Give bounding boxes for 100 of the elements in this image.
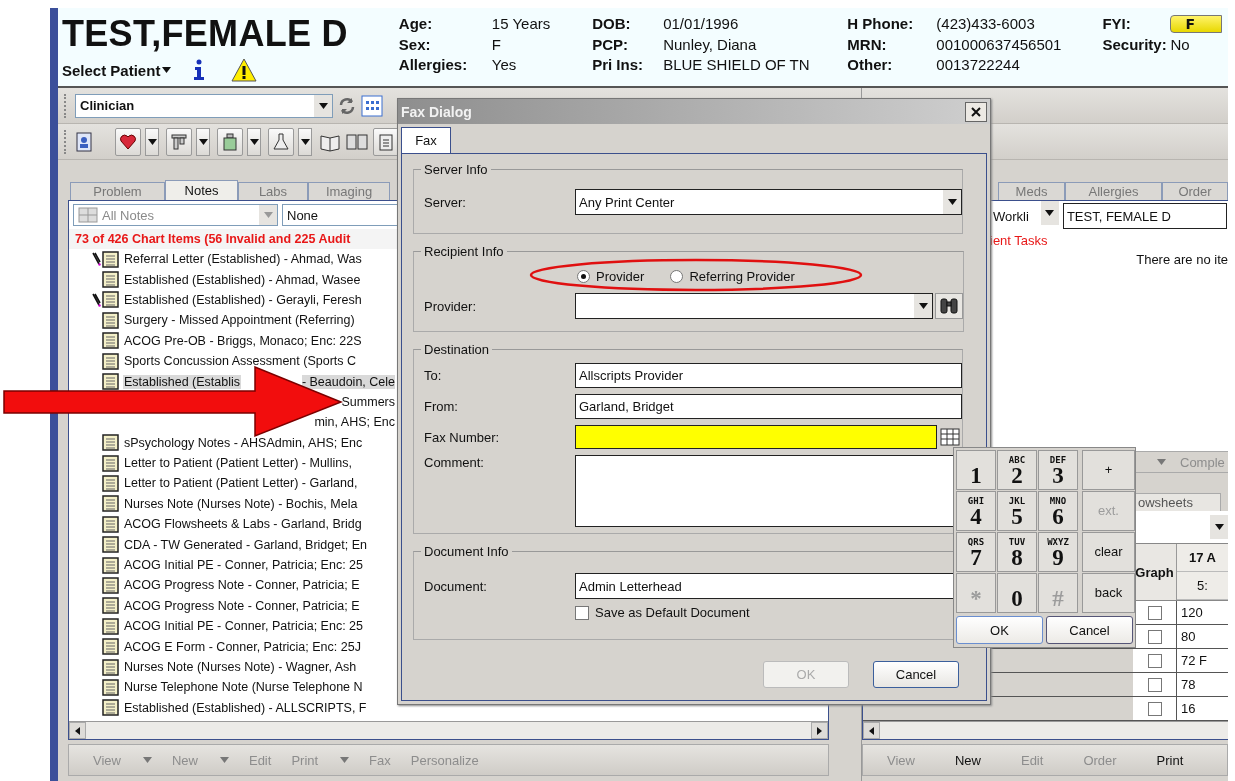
chart-tab[interactable]: Notes — [165, 180, 238, 200]
tasks-heading: ient Tasks — [990, 232, 1048, 248]
keypad-key[interactable]: 1 — [956, 450, 996, 490]
keypad-key[interactable]: ABC 2 — [997, 450, 1037, 490]
keypad-key[interactable]: QRS 7 — [956, 532, 996, 572]
close-button[interactable] — [965, 101, 987, 122]
worklist-selector[interactable]: Workli — [993, 208, 1029, 224]
field-value: 001000637456501 — [936, 34, 1063, 55]
field-label: Fax Number: — [424, 429, 501, 445]
note-title[interactable]: Nurses Note (Nurses Note) - Wagner, Ash — [123, 660, 358, 674]
keypad-key[interactable]: WXYZ 9 — [1038, 532, 1078, 572]
keypad-key[interactable]: JKL 5 — [997, 491, 1037, 531]
info-icon[interactable] — [193, 59, 206, 81]
field-value: No — [1170, 34, 1191, 55]
server-dropdown[interactable]: Any Print Center — [575, 189, 962, 215]
graph-checkbox[interactable] — [1147, 701, 1162, 716]
binoculars-button[interactable] — [935, 293, 963, 319]
field-label: Provider: — [424, 298, 478, 314]
caret-icon — [918, 303, 928, 309]
keypad-key[interactable]: DEF 3 — [1038, 450, 1078, 490]
note-title[interactable]: Nurses Note (Nurses Note) - Bochis, Mela — [123, 496, 359, 511]
note-title[interactable]: Sports Concussion Assessment (Sports C — [123, 354, 358, 369]
note-title[interactable]: Surgery - Missed Appointment (Referring) — [123, 313, 356, 328]
keypad-key[interactable]: MNO 6 — [1038, 491, 1078, 531]
dropdown-button[interactable] — [1040, 201, 1059, 225]
provider-dropdown[interactable] — [575, 293, 933, 319]
graph-checkbox[interactable] — [1147, 677, 1162, 692]
scroll-left-button[interactable] — [69, 722, 86, 739]
fax-number-field[interactable] — [575, 425, 937, 449]
patient-field[interactable]: TEST, FEMALE D — [1062, 203, 1227, 229]
note-title[interactable]: Established (Established) - Ahmad, Wasee — [123, 272, 362, 287]
note-title[interactable]: sPsychology Notes - AHSAdmin, AHS; Enc — [123, 435, 364, 450]
action-button[interactable]: New — [954, 752, 981, 768]
column-button[interactable] — [166, 127, 192, 156]
note-title[interactable]: Referral Letter (Established) - Ahmad, Was — [123, 252, 363, 267]
keypad-button[interactable]: Cancel — [1046, 616, 1133, 644]
radio-option[interactable]: Referring Provider — [670, 268, 795, 284]
keypad-button[interactable]: OK — [956, 616, 1043, 644]
scroll-left-button[interactable] — [863, 722, 880, 739]
note-icon — [102, 271, 119, 289]
caret-icon — [219, 757, 229, 763]
dialog-button[interactable]: Cancel — [873, 661, 959, 688]
clipboard-button[interactable] — [373, 127, 399, 156]
keypad-icon[interactable] — [940, 428, 960, 446]
dropdown-button[interactable] — [145, 127, 159, 156]
bottle-button[interactable] — [217, 127, 243, 156]
select-patient-button[interactable]: Select Patient — [62, 61, 172, 79]
grid-icon — [78, 207, 98, 223]
contact-card-icon[interactable] — [75, 131, 93, 152]
note-title[interactable]: min, AHS; Enc — [314, 415, 395, 430]
note-title[interactable]: Established (Established) - Gerayli, Feresh — [123, 292, 363, 307]
dropdown-button[interactable] — [196, 127, 210, 156]
note-title[interactable]: Letter to Patient (Patient Letter) - Garland, — [123, 476, 359, 491]
note-title[interactable]: ACOG Initial PE - Conner, Patricia; Enc: 25 — [123, 558, 364, 573]
toolbar-grip[interactable] — [64, 129, 67, 154]
field-label: H Phone: — [847, 14, 915, 34]
radio-option[interactable]: Provider — [577, 268, 645, 284]
dropdown-button[interactable] — [247, 127, 261, 156]
refresh-icon[interactable] — [337, 95, 357, 116]
note-title[interactable]: ACOG Progress Note - Conner, Patricia; E — [123, 598, 361, 613]
warning-icon[interactable] — [231, 58, 258, 82]
note-title[interactable]: Letter to Patient (Patient Letter) - Mullins, — [123, 456, 353, 471]
fyi-flag-button[interactable]: F — [1170, 15, 1223, 33]
scroll-right-button[interactable] — [811, 722, 828, 739]
graph-checkbox[interactable] — [1147, 653, 1162, 668]
toolbar-grip[interactable] — [64, 93, 67, 118]
note-title[interactable]: Nurse Telephone Note (Nurse Telephone N — [123, 680, 364, 695]
keypad-key[interactable]: clear — [1082, 532, 1135, 572]
keypad-key[interactable]: + — [1082, 450, 1135, 490]
flowsheets-tab[interactable]: owsheets — [1135, 493, 1221, 511]
keypad-key[interactable]: back — [1082, 573, 1135, 613]
caret-icon — [300, 138, 310, 145]
note-title[interactable]: - Beaudoin, Cele — [301, 374, 395, 389]
to-field[interactable]: Allscripts Provider — [575, 363, 962, 388]
note-title[interactable]: ACOG Initial PE - Conner, Patricia; Enc: 25 — [123, 619, 364, 634]
note-title[interactable]: ACOG Progress Note - Conner, Patricia; E — [123, 578, 361, 593]
flask-button[interactable] — [268, 127, 294, 156]
note-icon — [102, 536, 119, 554]
note-title[interactable]: Summers — [341, 394, 395, 409]
note-title[interactable]: CDA - TW Generated - Garland, Bridget; En — [123, 537, 368, 552]
grid-icon[interactable] — [361, 94, 383, 117]
note-title[interactable]: Established (Established) - ALLSCRIPTS, F — [123, 700, 368, 715]
note-icon — [102, 291, 119, 309]
keypad-key[interactable]: GHI 4 — [956, 491, 996, 531]
note-icon — [102, 332, 119, 350]
action-button[interactable]: Print — [1156, 752, 1184, 768]
heart-button[interactable] — [115, 127, 141, 156]
dropdown-button[interactable] — [298, 127, 312, 156]
view-selector[interactable]: Clinician — [75, 93, 333, 118]
graph-checkbox[interactable] — [1147, 605, 1162, 620]
dialog-tab[interactable]: Fax — [401, 127, 451, 153]
note-title[interactable]: ACOG Pre-OB - Briggs, Monaco; Enc: 22S — [123, 333, 363, 348]
note-title[interactable]: Established (Establis — [123, 374, 242, 389]
field-label: Allergies: — [398, 55, 469, 75]
note-title[interactable]: ACOG Flowsheets & Labs - Garland, Bridg — [123, 517, 363, 532]
graph-checkbox[interactable] — [1147, 629, 1162, 644]
from-field[interactable]: Garland, Bridget — [575, 394, 962, 419]
note-title[interactable]: ACOG E Form - Conner, Patricia; Enc: 25J — [123, 639, 362, 654]
keypad-key[interactable]: TUV 8 — [997, 532, 1037, 572]
keypad-key[interactable]: 0 — [997, 573, 1037, 613]
